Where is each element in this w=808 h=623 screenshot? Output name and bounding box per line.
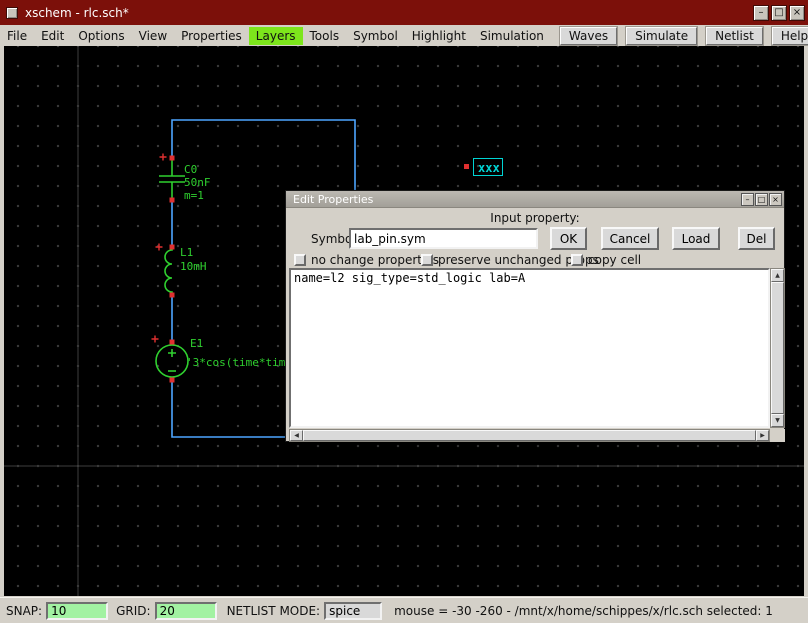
menu-file[interactable]: File [0,27,34,45]
titlebar[interactable]: xschem - rlc.sch* – □ × [0,0,808,25]
menu-symbol[interactable]: Symbol [346,27,405,45]
no-change-properties-option: no change properties [294,253,439,267]
vertical-scroll-thumb[interactable] [771,282,784,414]
window-title: xschem - rlc.sch* [25,6,129,20]
menu-simulation[interactable]: Simulation [473,27,551,45]
load-button[interactable]: Load [672,227,720,250]
dialog-titlebar[interactable]: Edit Properties – □ × [286,191,784,208]
input-property-label: Input property: [286,211,784,225]
maximize-button[interactable]: □ [771,5,787,21]
no-change-properties-label: no change properties [311,253,439,267]
net-label-pin [464,164,469,169]
grid-input[interactable] [155,602,217,620]
waves-button[interactable]: Waves [560,27,617,45]
snap-input[interactable] [46,602,108,620]
menu-options[interactable]: Options [71,27,131,45]
edit-properties-dialog: Edit Properties – □ × Input property: Sy… [285,190,785,442]
horizontal-scroll-thumb[interactable] [303,430,756,441]
menubar: File Edit Options View Properties Layers… [0,25,808,46]
copy-cell-option: copy cell [571,253,641,267]
menu-edit[interactable]: Edit [34,27,71,45]
dialog-maximize-button[interactable]: □ [755,193,768,206]
statusbar: SNAP: GRID: NETLIST MODE: mouse = -30 -2… [0,597,808,623]
no-change-properties-checkbox[interactable] [294,254,306,266]
inductor-symbol[interactable]: L1 10mH [156,244,207,298]
capacitor-value: 50nF [184,176,211,189]
scroll-down-arrow-icon[interactable]: ▼ [771,414,784,427]
menu-tools[interactable]: Tools [303,27,347,45]
window-controls: – □ × [753,5,805,21]
close-button[interactable]: × [789,5,805,21]
copy-cell-checkbox[interactable] [571,254,583,266]
inductor-designator: L1 [180,246,193,259]
help-button[interactable]: Help [772,27,808,45]
netlist-button[interactable]: Netlist [706,27,763,45]
inductor-value: 10mH [180,260,207,273]
capacitor-designator: C0 [184,163,197,176]
window-menu-icon[interactable] [6,7,18,19]
scrollbar-corner [770,429,785,442]
minimize-button[interactable]: – [753,5,769,21]
app-window: xschem - rlc.sch* – □ × File Edit Option… [0,0,808,623]
scroll-right-arrow-icon[interactable]: ▶ [756,430,769,441]
menu-view[interactable]: View [132,27,174,45]
grid-label: GRID: [116,604,150,618]
scroll-left-arrow-icon[interactable]: ◀ [290,430,303,441]
netlist-mode-label: NETLIST MODE: [227,604,321,618]
dialog-minimize-button[interactable]: – [741,193,754,206]
simulate-button[interactable]: Simulate [626,27,697,45]
source-pins [170,340,175,383]
menu-properties[interactable]: Properties [174,27,249,45]
capacitor-param: m=1 [184,189,204,202]
pin-cross-icon [160,154,167,161]
menu-layers[interactable]: Layers [249,27,303,45]
source-designator: E1 [190,337,203,350]
dialog-close-button[interactable]: × [769,193,782,206]
preserve-unchanged-props-checkbox[interactable] [421,254,433,266]
capacitor-symbol[interactable]: C0 50nF m=1 [159,154,211,203]
mouse-info: mouse = -30 -260 - /mnt/x/home/schippes/… [394,604,773,618]
pin-cross-icon [156,244,163,251]
net-label-text: xxx [478,161,500,175]
inductor-pins [170,245,175,298]
property-textarea[interactable]: name=l2 sig_type=std_logic lab=A [289,268,770,428]
del-button[interactable]: Del [738,227,775,250]
snap-label: SNAP: [6,604,42,618]
vertical-scrollbar[interactable]: ▲ ▼ [770,268,785,428]
menu-highlight[interactable]: Highlight [405,27,473,45]
ok-button[interactable]: OK [550,227,587,250]
dialog-window-controls: – □ × [741,193,782,206]
scroll-up-arrow-icon[interactable]: ▲ [771,269,784,282]
cancel-button[interactable]: Cancel [601,227,659,250]
net-label-selected[interactable]: xxx [464,159,503,176]
pin-cross-icon [152,336,159,343]
symbol-input[interactable] [349,228,538,249]
netlist-mode-input[interactable] [324,602,382,620]
copy-cell-label: copy cell [588,253,641,267]
horizontal-scrollbar[interactable]: ◀ ▶ [289,429,770,442]
dialog-title: Edit Properties [293,193,373,206]
